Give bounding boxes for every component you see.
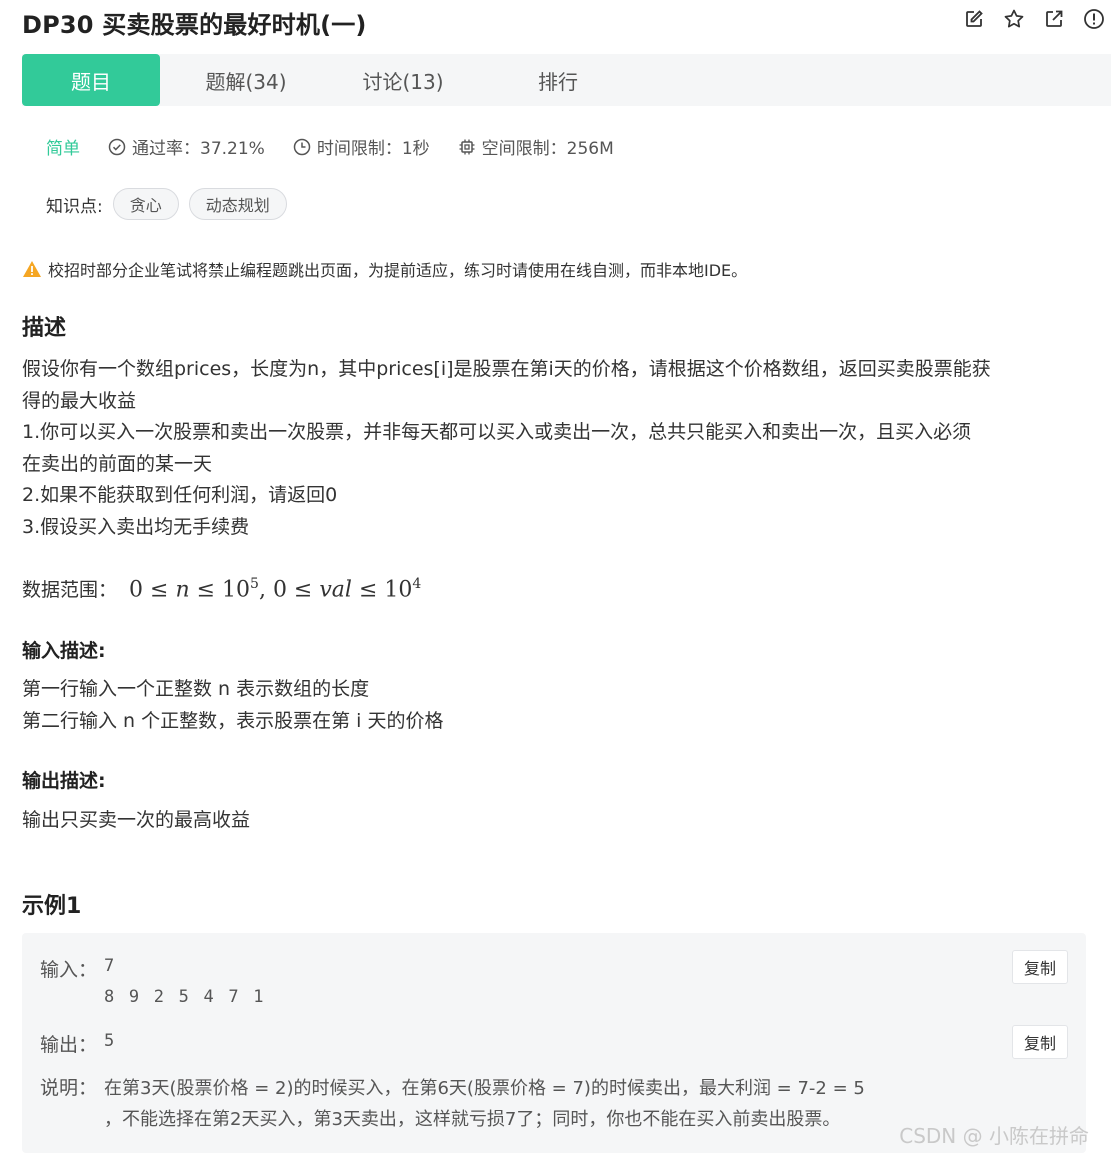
- time-limit-text: 时间限制：1秒: [316, 139, 430, 159]
- tab-solutions[interactable]: 题解(34): [190, 54, 302, 106]
- knowledge-points: 知识点: 贪心 动态规划: [46, 188, 287, 220]
- chip-icon: [459, 139, 475, 154]
- problem-header: DP30 买卖股票的最好时机(一): [0, 0, 1111, 46]
- example-explain-label: 说明：: [40, 1077, 98, 1099]
- input-desc-heading: 输入描述:: [22, 640, 106, 662]
- description-line: 假设你有一个数组prices，长度为n，其中prices[i]是股票在第i天的价…: [22, 358, 991, 380]
- tab-ranking[interactable]: 排行: [502, 54, 614, 106]
- range-formula: 0 ≤ n ≤ 105, 0 ≤ val ≤ 104: [129, 575, 422, 602]
- tab-bar: 题目 题解(34) 讨论(13) 排行: [22, 54, 1111, 106]
- tab-problem[interactable]: 题目: [22, 54, 160, 106]
- share-icon[interactable]: [1043, 8, 1065, 30]
- description-line: 3.假设买入卖出均无手续费: [22, 515, 250, 538]
- example-input-label: 输入：: [40, 959, 98, 981]
- warning-notice: 校招时部分企业笔试将禁止编程题跳出页面，为提前适应，练习时请使用在线自测，而非本…: [22, 257, 747, 281]
- description-line: 得的最大收益: [22, 389, 137, 412]
- warning-text: 校招时部分企业笔试将禁止编程题跳出页面，为提前适应，练习时请使用在线自测，而非本…: [48, 261, 748, 280]
- problem-meta: 简单 通过率：37.21% 时间限制：1秒 空间限制：256M: [46, 134, 642, 159]
- pass-rate-text: 通过率：37.21%: [132, 139, 265, 159]
- example-explain-line: ，不能选择在第2天买入，第3天卖出，这样就亏损7了；同时，你也不能在买入前卖出股…: [104, 1109, 841, 1130]
- example-input-line: 7: [104, 956, 117, 976]
- description-line: 1.你可以买入一次股票和卖出一次股票，并非每天都可以买入或卖出一次，总共只能买入…: [22, 421, 972, 443]
- check-circle-icon: [108, 138, 126, 155]
- description-line: 在卖出的前面的某一天: [22, 452, 213, 475]
- data-range: 数据范围： 0 ≤ n ≤ 105, 0 ≤ val ≤ 104: [22, 575, 421, 602]
- range-label: 数据范围：: [22, 579, 118, 601]
- example-output-label: 输出：: [40, 1034, 98, 1056]
- pass-rate: 通过率：37.21%: [108, 134, 265, 159]
- input-desc-body: 第一行输入一个正整数 n 表示数组的长度 第二行输入 n 个正整数，表示股票在第…: [22, 674, 1082, 737]
- memory-limit: 空间限制：256M: [458, 134, 614, 159]
- copy-input-button[interactable]: 复制: [1012, 950, 1068, 984]
- star-icon[interactable]: [1003, 8, 1025, 30]
- input-desc-line: 第一行输入一个正整数 n 表示数组的长度: [22, 678, 370, 700]
- edit-icon[interactable]: [963, 8, 985, 30]
- example-explain-line: 在第3天(股票价格 = 2)的时候买入，在第6天(股票价格 = 7)的时候卖出，…: [104, 1078, 865, 1099]
- description-heading: 描述: [22, 316, 67, 341]
- warning-icon: [23, 261, 41, 277]
- problem-title: DP30 买卖股票的最好时机(一): [22, 11, 367, 39]
- tab-discussion[interactable]: 讨论(13): [347, 54, 459, 106]
- input-desc-line: 第二行输入 n 个正整数，表示股票在第 i 天的价格: [22, 709, 444, 732]
- example-heading: 示例1: [22, 894, 82, 919]
- knowledge-label: 知识点:: [46, 196, 103, 217]
- output-desc-line: 输出只买卖一次的最高收益: [22, 809, 251, 831]
- tag-dynamic-programming[interactable]: 动态规划: [188, 188, 287, 220]
- header-actions: [963, 8, 1105, 30]
- difficulty-badge: 简单: [46, 139, 80, 159]
- output-desc-body: 输出只买卖一次的最高收益: [22, 805, 1082, 837]
- time-limit: 时间限制：1秒: [293, 134, 430, 159]
- output-desc-heading: 输出描述:: [22, 770, 106, 792]
- memory-limit-text: 空间限制：256M: [481, 139, 614, 159]
- report-icon[interactable]: [1083, 8, 1105, 30]
- description-body: 假设你有一个数组prices，长度为n，其中prices[i]是股票在第i天的价…: [22, 354, 1082, 543]
- clock-icon: [293, 138, 311, 155]
- example-output-value: 5: [104, 1031, 117, 1051]
- description-line: 2.如果不能获取到任何利润，请返回0: [22, 484, 338, 506]
- example-input-line: 8 9 2 5 4 7 1: [104, 987, 266, 1007]
- tag-greedy[interactable]: 贪心: [112, 188, 179, 220]
- copy-output-button[interactable]: 复制: [1012, 1025, 1068, 1059]
- watermark: CSDN @ 小陈在拼命: [899, 1124, 1089, 1148]
